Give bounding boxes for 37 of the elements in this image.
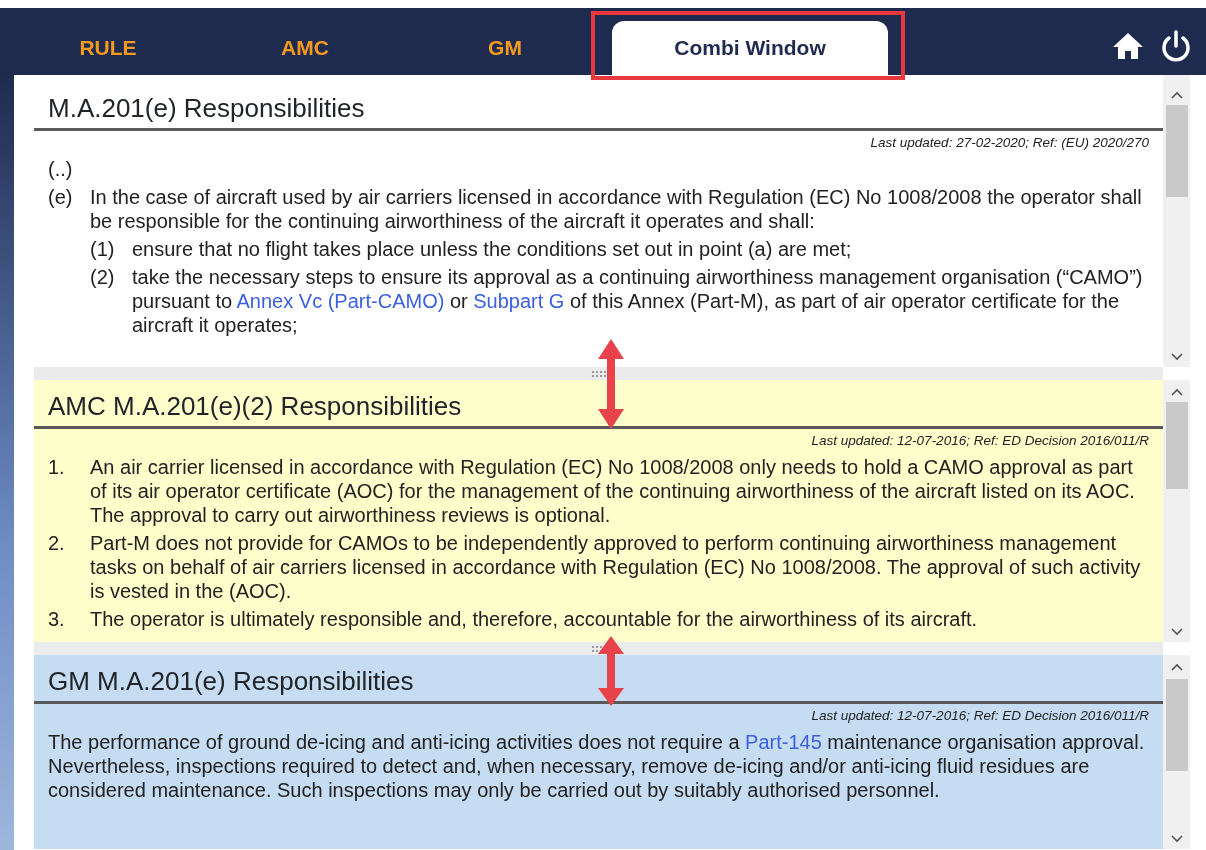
- item-number: 2.: [48, 531, 66, 557]
- paragraph-text: take the necessary steps to ensure its approval as a continuing airworthiness management organisation (“CAMO”) pursuant to Annex Vc (Part-CAMO) or Subpart G of this Annex (Part-M), as part of air operator certificate for the aircraft it operates;: [132, 265, 1144, 338]
- section-heading: M.A.201(e) Responsibilities: [34, 93, 1163, 132]
- item-number: 3.: [48, 607, 66, 632]
- home-icon[interactable]: [1112, 32, 1144, 60]
- scroll-up-icon[interactable]: [1170, 91, 1183, 99]
- paragraph-text: In the case of aircraft used by air carriers licensed in accordance with Regulation (EC) No 1008/2008 the operator shall be responsible for the continuing airworthiness of the aircraft it operates and shall:: [90, 185, 1143, 234]
- paragraph-text: The operator is ultimately responsible and, therefore, accountable for the airworthiness of its aircraft.: [90, 607, 979, 632]
- scrollbar[interactable]: [1163, 655, 1190, 849]
- item-number: (2): [90, 265, 116, 291]
- link[interactable]: Part-145: [745, 731, 822, 754]
- last-updated-note: Last updated: 12-07-2016; Ref: ED Decision 2016/011/R: [810, 707, 1149, 726]
- scroll-up-icon[interactable]: [1170, 663, 1183, 671]
- scrollbar[interactable]: [1163, 380, 1190, 642]
- tab[interactable]: GM: [440, 21, 570, 75]
- item-number: (e): [48, 185, 74, 211]
- scroll-down-icon[interactable]: [1170, 628, 1183, 636]
- tab[interactable]: RULE: [40, 21, 176, 75]
- grip-icon[interactable]: [591, 370, 606, 377]
- link[interactable]: Annex Vc (Part-CAMO): [236, 290, 445, 313]
- paragraph-text: An air carrier licensed in accordance with Regulation (EC) No 1008/2008 only needs to hold a CAMO approval as part of its air operator certificate (AOC) for the management of the continuing airworthiness of the aircraft listed on its AOC. The approval to carry out airworthiness reviews is optional.: [90, 455, 1136, 528]
- tab[interactable]: AMC: [240, 21, 370, 75]
- scroll-down-icon[interactable]: [1170, 353, 1183, 361]
- paragraph-text: Part-M does not provide for CAMOs to be independently approved to perform continuing airworthiness management tasks on behalf of air carriers licensed in accordance with Regulation (EC) No 1008/2008. The approval of such activity is vested in the (AOC).: [90, 531, 1142, 604]
- item-number: 1.: [48, 455, 66, 481]
- link[interactable]: Subpart G: [473, 290, 565, 313]
- paragraph-text: ensure that no flight takes place unless the conditions set out in point (a) are met;: [132, 237, 853, 262]
- paragraph-text: The performance of ground de-icing and anti-icing activities does not require a Part-145 maintenance organisation approval. Nevertheless, inspections required to detect and, when necessary, remove de-icing and/or anti-icing fluid residues are considered maintenance. Such inspections may only be carried out by suitably authorised personnel.: [48, 730, 1146, 803]
- tab[interactable]: Combi Window: [612, 21, 888, 75]
- item-number: (1): [90, 237, 116, 262]
- last-updated-note: Last updated: 12-07-2016; Ref: ED Decision 2016/011/R: [810, 432, 1149, 451]
- scrollbar[interactable]: [1163, 75, 1190, 367]
- scroll-up-icon[interactable]: [1170, 388, 1183, 396]
- power-icon[interactable]: [1160, 29, 1192, 63]
- scroll-down-icon[interactable]: [1170, 835, 1183, 843]
- last-updated-note: Last updated: 27-02-2020; Ref: (EU) 2020/270: [869, 134, 1149, 153]
- paragraph-text: (..): [48, 157, 74, 182]
